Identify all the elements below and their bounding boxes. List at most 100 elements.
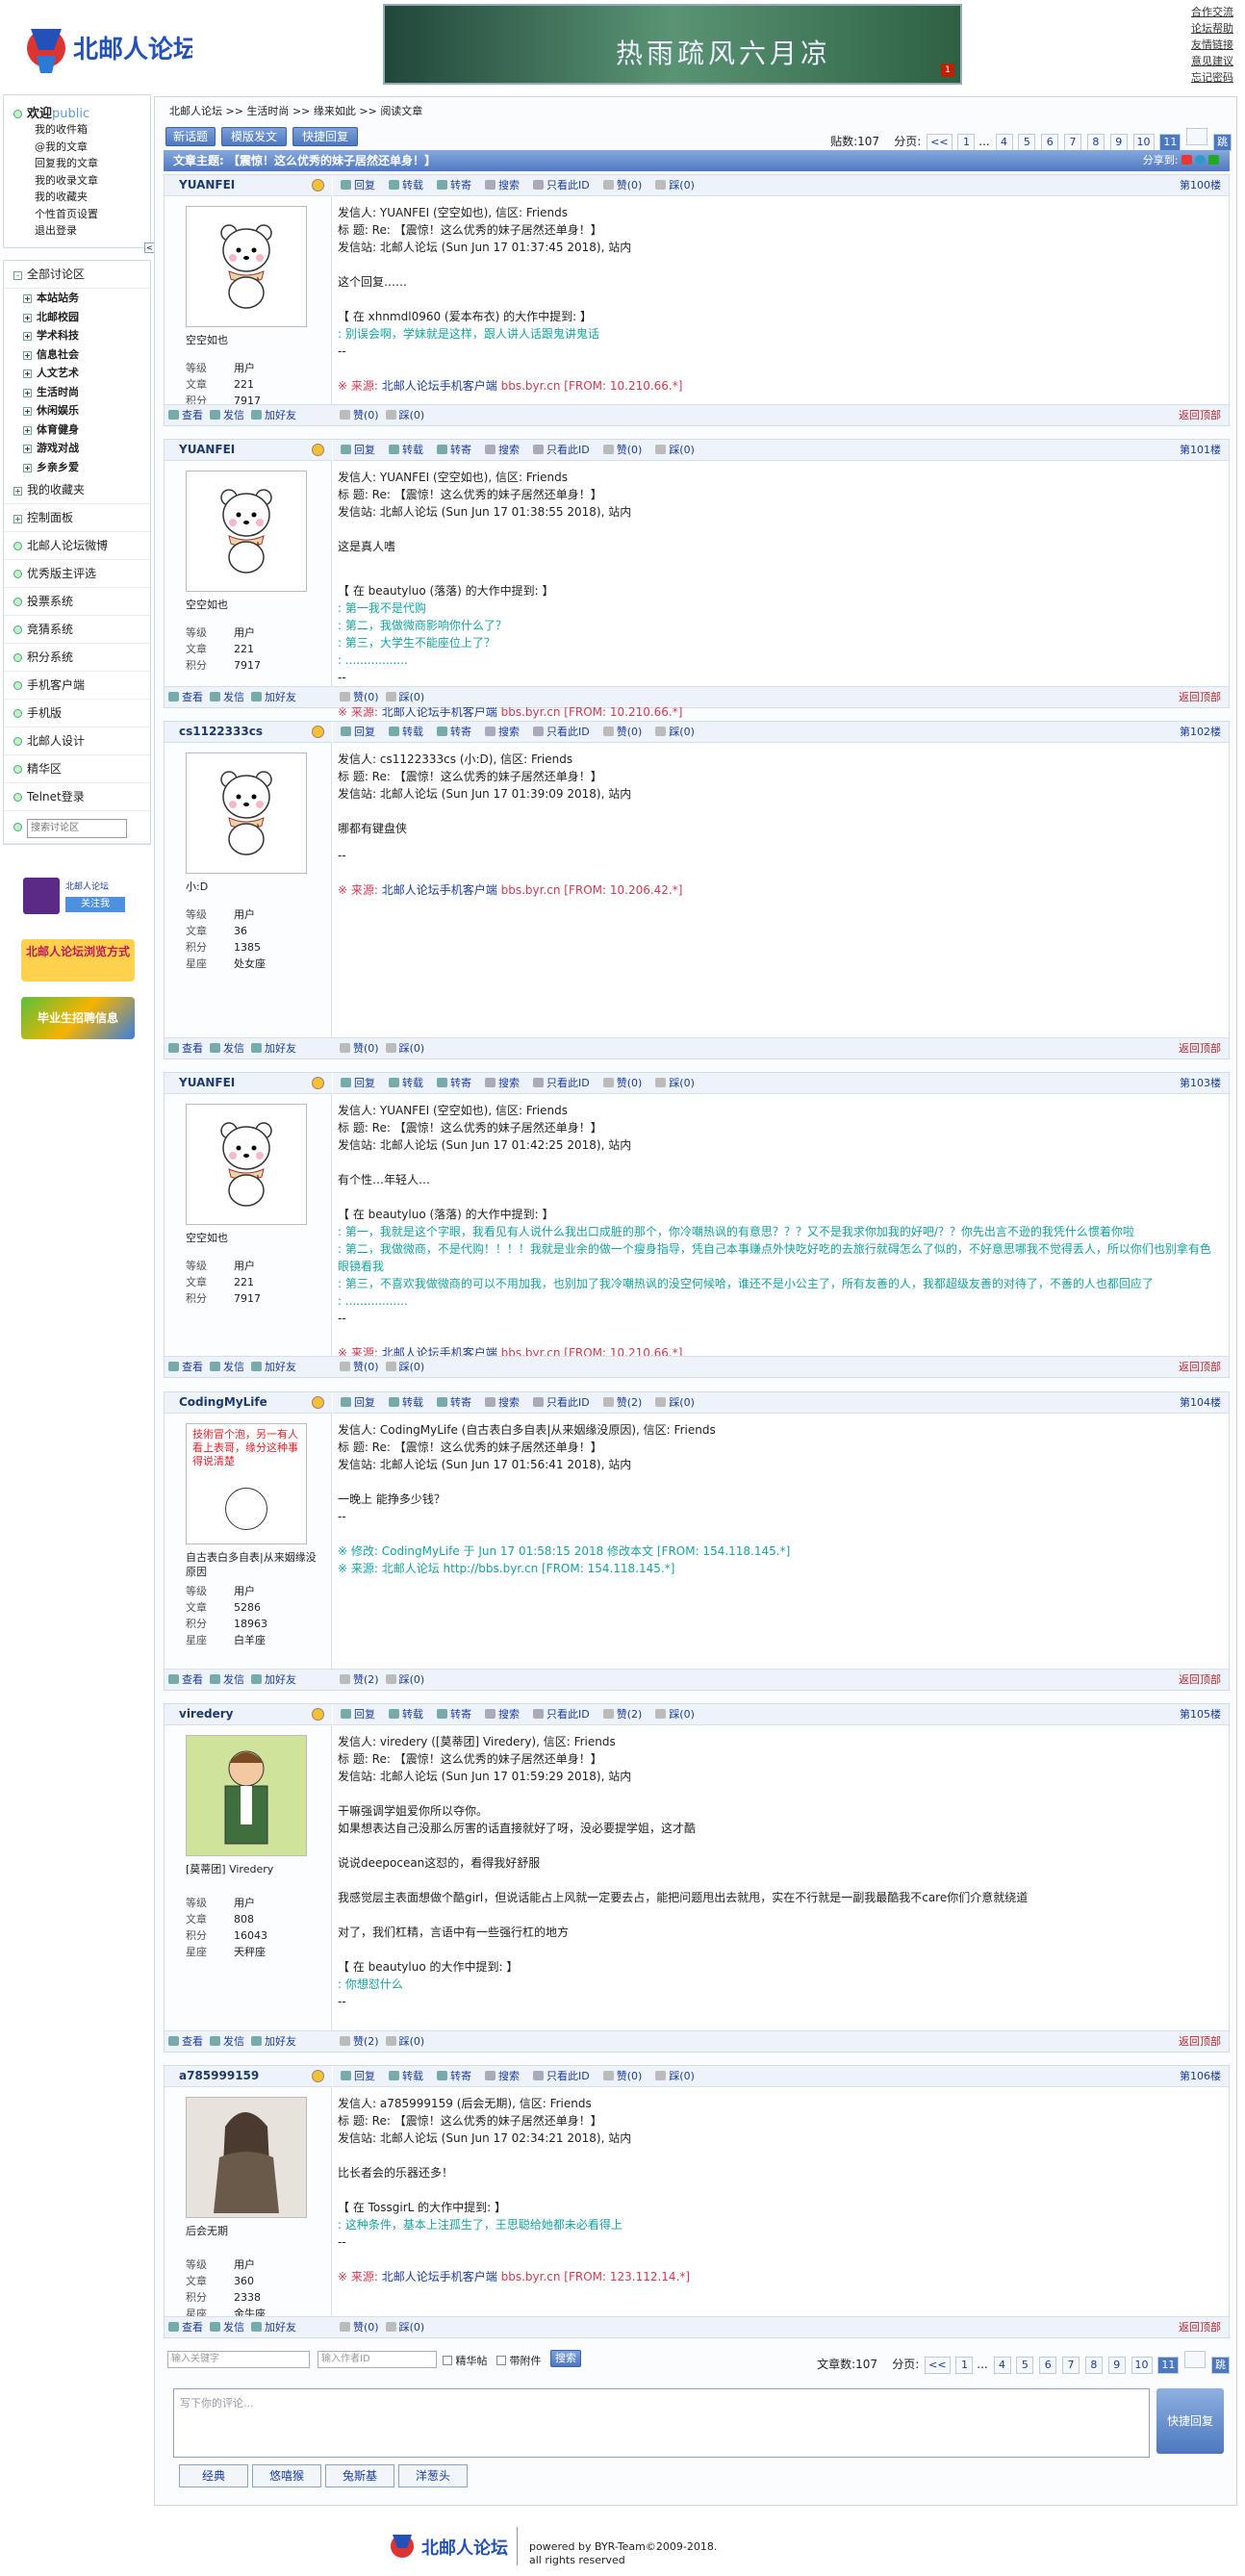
source-link[interactable]: 北邮人论坛手机客户端 <box>382 883 497 897</box>
add-friend-action[interactable]: 加好友 <box>251 2035 296 2048</box>
user-avatar[interactable] <box>186 1735 307 1856</box>
page-link[interactable]: 8 <box>1086 134 1105 151</box>
site-logo[interactable]: 北邮人论坛 <box>17 12 198 79</box>
emotion-tab-monkey[interactable]: 悠嘻猴 <box>252 2464 321 2487</box>
page-link[interactable]: 4 <box>995 134 1013 151</box>
sidebar-favorites[interactable]: 我的收藏夹 <box>13 189 144 206</box>
user-avatar[interactable] <box>186 2097 307 2218</box>
reply-textarea[interactable]: 写下你的评论... <box>173 2388 1150 2458</box>
submit-reply-button[interactable]: 快捷回复 <box>1156 2388 1224 2454</box>
add-friend-action[interactable]: 加好友 <box>251 691 296 703</box>
search-action[interactable]: 搜索 <box>485 1077 520 1089</box>
view-profile-action[interactable]: 查看 <box>168 1673 203 1686</box>
view-profile-action[interactable]: 查看 <box>168 1042 203 1055</box>
back-to-top-link[interactable]: 返回顶部 <box>1179 2317 1221 2337</box>
dislike-action[interactable]: 踩(0) <box>385 2035 424 2048</box>
sidebar-score-system[interactable]: 积分系统 <box>4 644 150 672</box>
add-friend-action[interactable]: 加好友 <box>251 1673 296 1686</box>
like-action[interactable]: 赞(2) <box>340 2035 379 2048</box>
mail-forward-action[interactable]: 转寄 <box>437 1708 471 1721</box>
search-button[interactable]: 搜索 <box>550 2350 581 2367</box>
mail-forward-action[interactable]: 转寄 <box>437 1396 471 1409</box>
dislike-action[interactable]: 踩(0) <box>385 691 424 703</box>
new-topic-button[interactable]: 新话题 <box>165 127 216 146</box>
add-friend-action[interactable]: 加好友 <box>251 409 296 421</box>
sidebar-logout[interactable]: 退出登录 <box>13 222 144 240</box>
renren-share-icon[interactable] <box>1208 155 1219 165</box>
add-friend-action[interactable]: 加好友 <box>251 1042 296 1055</box>
like-action[interactable]: 赞(0) <box>340 1361 379 1373</box>
page-link[interactable]: 5 <box>1016 2357 1034 2374</box>
board-item[interactable]: + 学术科技 <box>4 326 150 345</box>
search-action[interactable]: 搜索 <box>485 1396 520 1409</box>
sidebar-control-panel[interactable]: + 控制面板 <box>4 504 150 532</box>
weibo-badge[interactable]: 北邮人论坛 关注我 <box>23 878 131 918</box>
dislike-action[interactable]: 踩(0) <box>385 1042 424 1055</box>
sidebar-homepage-settings[interactable]: 个性首页设置 <box>13 206 144 223</box>
page-link[interactable]: 6 <box>1041 134 1059 151</box>
mail-forward-action[interactable]: 转寄 <box>437 2070 471 2082</box>
sidebar-replies[interactable]: 回复我的文章 <box>13 155 144 172</box>
floor-number[interactable]: 第105楼 <box>1180 1704 1221 1724</box>
page-link[interactable]: 8 <box>1084 2357 1103 2374</box>
dislike-action[interactable]: 踩(0) <box>385 1673 424 1686</box>
dislike-action[interactable]: 踩(0) <box>655 1708 695 1721</box>
send-mail-action[interactable]: 发信 <box>210 1673 244 1686</box>
browse-promo[interactable]: 北邮人论坛浏览方式 <box>21 939 135 982</box>
link-cooperation[interactable]: 合作交流 <box>1191 4 1245 20</box>
search-action[interactable]: 搜索 <box>485 726 520 738</box>
mail-forward-action[interactable]: 转寄 <box>437 1077 471 1089</box>
page-first[interactable]: << <box>927 134 953 151</box>
search-action[interactable]: 搜索 <box>485 179 520 191</box>
like-action[interactable]: 赞(0) <box>602 179 642 191</box>
like-action[interactable]: 赞(0) <box>602 444 642 456</box>
qzone-share-icon[interactable] <box>1195 155 1206 165</box>
page-link[interactable]: 1 <box>957 134 976 151</box>
sidebar-collected[interactable]: 我的收录文章 <box>13 172 144 190</box>
reply-action[interactable]: 回复 <box>341 179 375 191</box>
user-avatar[interactable]: 技術冒个泡，另一有人看上表哥，缘分这种事得说清楚 <box>186 1423 307 1544</box>
link-feedback[interactable]: 意见建议 <box>1191 53 1245 69</box>
sidebar-mobile-version[interactable]: 手机版 <box>4 700 150 727</box>
floor-number[interactable]: 第106楼 <box>1180 2066 1221 2086</box>
page-link[interactable]: 6 <box>1039 2357 1057 2374</box>
dislike-action[interactable]: 踩(0) <box>655 1396 695 1409</box>
post-username[interactable]: a785999159 <box>165 2066 332 2087</box>
author-search-input[interactable]: 输入作者ID <box>318 2351 437 2368</box>
forward-action[interactable]: 转载 <box>389 444 423 456</box>
send-mail-action[interactable]: 发信 <box>210 2035 244 2048</box>
board-item[interactable]: + 体育健身 <box>4 421 150 440</box>
sidebar-moderator-vote[interactable]: 优秀版主评选 <box>4 560 150 588</box>
reply-action[interactable]: 回复 <box>341 444 375 456</box>
dislike-action[interactable]: 踩(0) <box>655 2070 695 2082</box>
page-link[interactable]: 4 <box>993 2357 1011 2374</box>
send-mail-action[interactable]: 发信 <box>210 1361 244 1373</box>
back-to-top-link[interactable]: 返回顶部 <box>1179 687 1221 707</box>
user-avatar[interactable] <box>186 471 307 592</box>
post-username[interactable]: YUANFEI <box>165 440 332 461</box>
search-action[interactable]: 搜索 <box>485 2070 520 2082</box>
post-username[interactable]: cs1122333cs <box>165 722 332 743</box>
crumb-board[interactable]: 缘来如此 <box>314 105 356 117</box>
add-friend-action[interactable]: 加好友 <box>251 2321 296 2334</box>
user-avatar[interactable] <box>186 1104 307 1225</box>
forward-action[interactable]: 转载 <box>389 179 423 191</box>
emotion-tab-rabbit[interactable]: 兔斯基 <box>325 2464 394 2487</box>
forward-action[interactable]: 转载 <box>389 1077 423 1089</box>
board-item[interactable]: + 人文艺术 <box>4 364 150 383</box>
dislike-action[interactable]: 踩(0) <box>385 409 424 421</box>
floor-number[interactable]: 第104楼 <box>1180 1392 1221 1413</box>
floor-number[interactable]: 第102楼 <box>1180 722 1221 742</box>
view-profile-action[interactable]: 查看 <box>168 1361 203 1373</box>
floor-number[interactable]: 第100楼 <box>1180 175 1221 195</box>
board-item[interactable]: + 生活时尚 <box>4 383 150 402</box>
like-action[interactable]: 赞(0) <box>340 691 379 703</box>
back-to-top-link[interactable]: 返回顶部 <box>1179 1038 1221 1058</box>
reply-action[interactable]: 回复 <box>341 1396 375 1409</box>
mail-forward-action[interactable]: 转寄 <box>437 726 471 738</box>
source-link[interactable]: 北邮人论坛手机客户端 <box>382 2270 497 2283</box>
dislike-action[interactable]: 踩(0) <box>385 1361 424 1373</box>
user-avatar[interactable] <box>186 752 307 874</box>
like-action[interactable]: 赞(2) <box>340 1673 379 1686</box>
forward-action[interactable]: 转载 <box>389 1396 423 1409</box>
